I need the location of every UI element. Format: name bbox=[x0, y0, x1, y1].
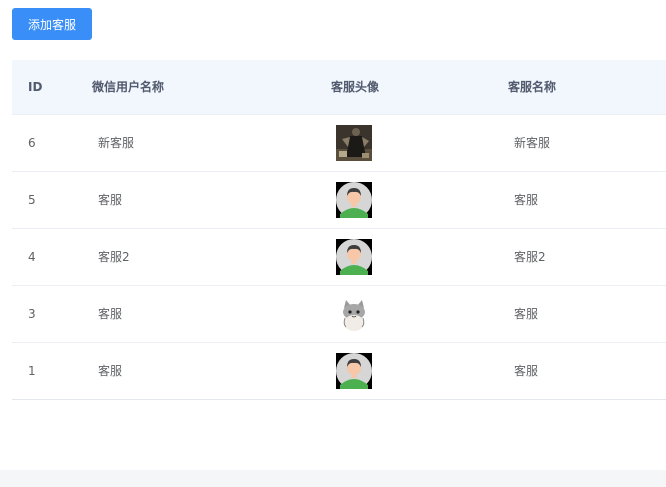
row-id: 5 bbox=[28, 193, 36, 207]
header-id: ID bbox=[28, 80, 43, 94]
row-service-name: 客服2 bbox=[514, 250, 546, 264]
header-avatar: 客服头像 bbox=[331, 80, 380, 94]
footer-strip bbox=[0, 470, 666, 487]
row-id: 6 bbox=[28, 136, 36, 150]
row-nickname: 新客服 bbox=[98, 136, 135, 150]
row-nickname: 客服2 bbox=[98, 250, 130, 264]
avatar bbox=[336, 125, 372, 161]
table-row: 6 新客服 新客服 bbox=[12, 115, 666, 172]
avatar bbox=[336, 353, 372, 389]
customer-service-table: ID 微信用户名称 客服头像 客服名称 6 新客服 新客服 5 客服 客服 4 … bbox=[12, 60, 666, 400]
table-header: ID 微信用户名称 客服头像 客服名称 bbox=[12, 60, 666, 115]
row-id: 3 bbox=[28, 307, 36, 321]
row-service-name: 客服 bbox=[514, 193, 539, 207]
row-service-name: 客服 bbox=[514, 364, 539, 378]
cat-avatar-icon bbox=[336, 296, 372, 332]
add-customer-service-button[interactable]: 添加客服 bbox=[12, 8, 92, 40]
table-row: 5 客服 客服 bbox=[12, 172, 666, 229]
row-id: 4 bbox=[28, 250, 36, 264]
default-person-avatar-icon bbox=[336, 353, 372, 389]
row-id: 1 bbox=[28, 364, 36, 378]
header-wechat-nickname: 微信用户名称 bbox=[92, 80, 165, 94]
default-person-avatar-icon bbox=[336, 182, 372, 218]
avatar bbox=[336, 296, 372, 332]
table-row: 3 客服 客服 bbox=[12, 286, 666, 343]
row-nickname: 客服 bbox=[98, 193, 123, 207]
dark-warrior-avatar-icon bbox=[336, 125, 372, 161]
row-service-name: 新客服 bbox=[514, 136, 551, 150]
header-service-name: 客服名称 bbox=[508, 80, 557, 94]
table-row: 1 客服 客服 bbox=[12, 343, 666, 399]
row-service-name: 客服 bbox=[514, 307, 539, 321]
avatar bbox=[336, 182, 372, 218]
row-nickname: 客服 bbox=[98, 307, 123, 321]
table-row: 4 客服2 客服2 bbox=[12, 229, 666, 286]
row-nickname: 客服 bbox=[98, 364, 123, 378]
default-person-avatar-icon bbox=[336, 239, 372, 275]
avatar bbox=[336, 239, 372, 275]
